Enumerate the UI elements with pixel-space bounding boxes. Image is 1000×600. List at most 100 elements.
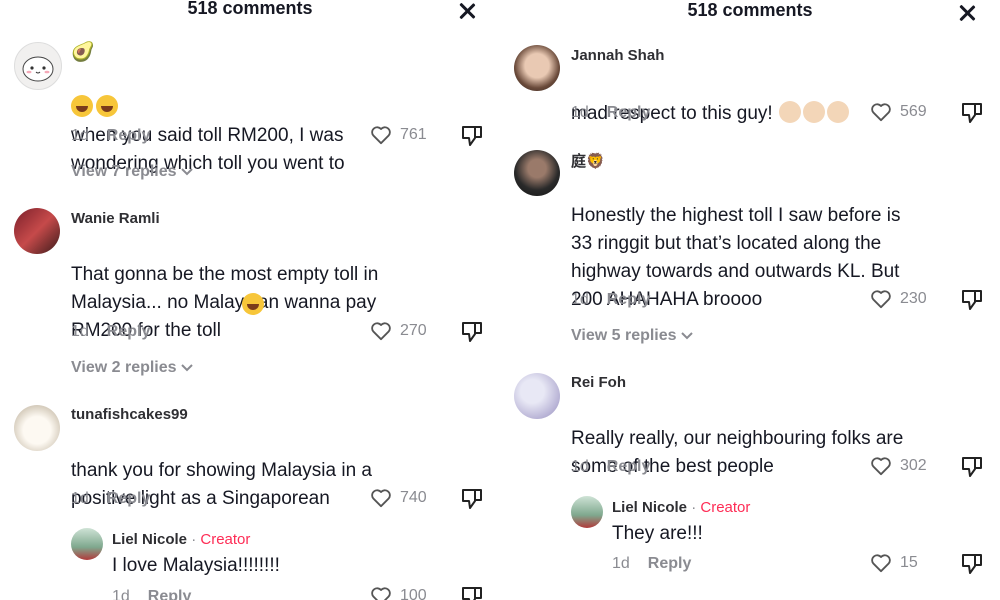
reply-button[interactable]: Reply [607, 291, 651, 308]
comment-username[interactable]: Rei Foh [571, 374, 626, 391]
view-replies-label: View 5 replies [571, 327, 677, 344]
chevron-down-icon [181, 168, 193, 176]
comment-time: 1d [571, 291, 589, 308]
comment-username[interactable]: tunafishcakes99 [71, 406, 188, 423]
comment-username[interactable]: Wanie Ramli [71, 210, 160, 227]
reply-username-text: Liel Nicole [112, 531, 188, 548]
heart-outline-icon [871, 554, 891, 573]
comment-meta: 1d Reply [571, 291, 650, 309]
like-button[interactable]: 740 [370, 488, 427, 508]
comment-meta: 1d Reply [571, 458, 650, 476]
heart-outline-icon [371, 126, 391, 145]
reply-username[interactable]: Liel Nicole · Creator [612, 499, 750, 516]
heart-outline-icon [371, 322, 391, 341]
comment-time: 1d [612, 555, 630, 572]
like-count: 15 [900, 554, 918, 571]
avatar[interactable] [514, 373, 560, 419]
comment-time: 1d [112, 588, 130, 600]
like-button[interactable]: 15 [870, 553, 918, 573]
thumbs-down-icon[interactable] [460, 487, 484, 511]
comment-meta: 1d Reply [612, 555, 691, 573]
like-button[interactable]: 761 [370, 125, 427, 145]
heart-outline-icon [371, 489, 391, 508]
comment-username[interactable]: 🥑 [71, 40, 95, 64]
comments-panel-right: 518 comments Jannah Shah mad respect to … [500, 0, 1000, 600]
like-count: 100 [400, 587, 427, 600]
like-button[interactable]: 270 [370, 321, 427, 341]
like-count: 302 [900, 457, 927, 474]
avatar[interactable] [14, 208, 60, 254]
heart-outline-icon [871, 457, 891, 476]
like-button[interactable]: 100 [370, 586, 427, 600]
comment-username[interactable]: Jannah Shah [571, 47, 664, 64]
thumbs-down-icon[interactable] [460, 585, 484, 600]
like-count: 270 [400, 322, 427, 339]
view-replies-label: View 2 replies [71, 359, 177, 376]
like-count: 761 [400, 126, 427, 143]
thumbs-down-icon[interactable] [960, 552, 984, 576]
comment-time: 1d [71, 127, 89, 144]
comment-meta: 1d Reply [571, 104, 650, 122]
creator-badge: Creator [700, 499, 751, 516]
heart-outline-icon [871, 290, 891, 309]
comment-meta: 1d Reply [112, 588, 191, 600]
comments-count-title: 518 comments [187, 0, 313, 18]
reply-button[interactable]: Reply [607, 104, 651, 121]
like-count: 740 [400, 489, 427, 506]
avatar[interactable] [571, 496, 603, 528]
reply-button[interactable]: Reply [107, 490, 151, 507]
separator-dot: · [187, 531, 201, 548]
comments-count-title: 518 comments [687, 0, 813, 20]
view-replies-button[interactable]: View 2 replies [71, 359, 193, 377]
thumbs-down-icon[interactable] [960, 288, 984, 312]
comment-meta: 1d Reply [71, 127, 150, 145]
thumbs-down-icon[interactable] [960, 455, 984, 479]
chevron-down-icon [181, 364, 193, 372]
like-button[interactable]: 230 [870, 289, 927, 309]
comment-time: 1d [71, 490, 89, 507]
reply-button[interactable]: Reply [148, 588, 192, 600]
clapping-hands-icon [778, 101, 801, 123]
comment-username[interactable]: 庭🦁 [571, 150, 605, 171]
separator-dot: · [687, 499, 701, 516]
comment-text: when you said toll RM200, I was wonderin… [71, 66, 345, 178]
reply-button[interactable]: Reply [607, 458, 651, 475]
comments-panel-left: 518 comments 🥑 when you said toll RM200,… [0, 0, 500, 600]
like-count: 569 [900, 103, 927, 120]
thumbs-down-icon[interactable] [460, 124, 484, 148]
avatar[interactable] [14, 42, 62, 90]
view-replies-label: View 7 replies [71, 163, 177, 180]
close-icon[interactable] [957, 2, 977, 24]
like-count: 230 [900, 290, 927, 307]
avatar[interactable] [71, 528, 103, 560]
clapping-hands-icon [826, 101, 849, 123]
reply-button[interactable]: Reply [648, 555, 692, 572]
like-button[interactable]: 569 [870, 102, 927, 122]
reply-text: I love Malaysia!!!!!!!! [112, 555, 280, 576]
comment-time: 1d [571, 458, 589, 475]
heart-outline-icon [871, 103, 891, 122]
reply-username[interactable]: Liel Nicole · Creator [112, 531, 250, 548]
rofl-emoji-icon [96, 95, 118, 117]
comment-meta: 1d Reply [71, 323, 150, 341]
reply-button[interactable]: Reply [107, 323, 151, 340]
comment-time: 1d [71, 323, 89, 340]
thumbs-down-icon[interactable] [460, 320, 484, 344]
view-replies-button[interactable]: View 5 replies [571, 327, 693, 345]
creator-badge: Creator [200, 531, 251, 548]
avatar[interactable] [14, 405, 60, 451]
view-replies-button[interactable]: View 7 replies [71, 163, 193, 181]
chevron-down-icon [681, 332, 693, 340]
reply-text: They are!!! [612, 523, 703, 544]
reply-username-text: Liel Nicole [612, 499, 688, 516]
comment-meta: 1d Reply [71, 490, 150, 508]
avatar[interactable] [514, 150, 560, 196]
thumbs-down-icon[interactable] [960, 101, 984, 125]
reply-button[interactable]: Reply [107, 127, 151, 144]
rofl-emoji-icon [242, 293, 264, 315]
rofl-emoji-icon [71, 95, 93, 117]
close-icon[interactable] [457, 0, 477, 22]
avatar[interactable] [514, 45, 560, 91]
like-button[interactable]: 302 [870, 456, 927, 476]
comment-time: 1d [571, 104, 589, 121]
